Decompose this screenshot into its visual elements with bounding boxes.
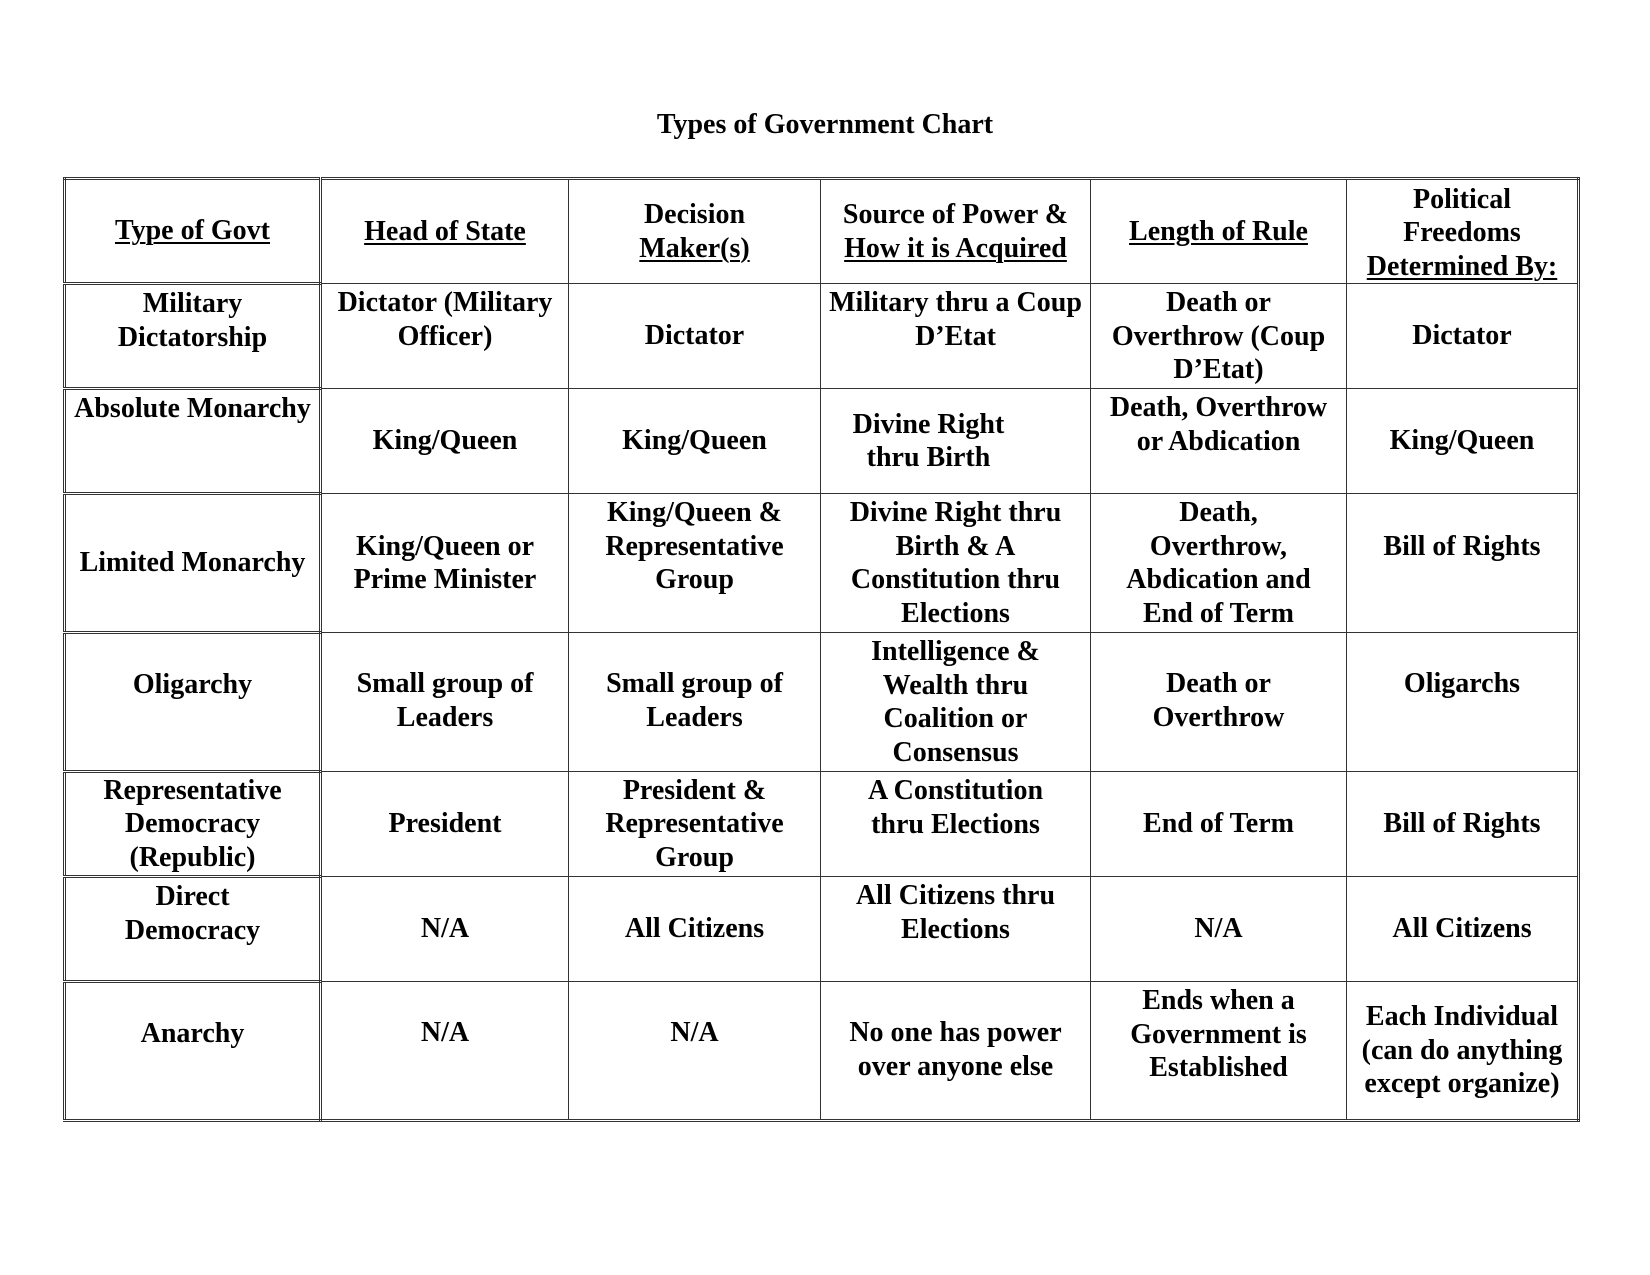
cell-length-of-rule: Death or Overthrow (Coup D’Etat) [1090, 283, 1347, 389]
cell-political-freedoms: Dictator [1346, 283, 1579, 389]
table-row: Direct Democracy N/A All Citizens All Ci… [64, 876, 1579, 983]
cell-length-of-rule: Ends when a Government is Established [1090, 981, 1347, 1121]
cell-head-of-state: King/Queen or Prime Minister [320, 493, 569, 633]
cell-head-of-state: King/Queen [320, 388, 569, 494]
cell-source-of-power: Military thru a Coup D’Etat [820, 283, 1091, 389]
header-decision-makers-line2: Maker(s) [639, 232, 750, 264]
document-title: Types of Government Chart [656, 109, 994, 140]
cell-type: Military Dictatorship [64, 283, 322, 390]
table-row: Oligarchy Small group of Leaders Small g… [64, 632, 1579, 773]
cell-type: Representative Democracy (Republic) [64, 771, 322, 878]
cell-decision-makers: King/Queen & Representative Group [568, 493, 821, 633]
cell-head-of-state: Dictator (Military Officer) [320, 283, 569, 389]
cell-head-of-state: Small group of Leaders [320, 632, 569, 772]
cell-political-freedoms: Oligarchs [1346, 632, 1579, 772]
cell-type: Direct Democracy [64, 876, 322, 983]
cell-type: Oligarchy [64, 632, 322, 773]
cell-source-of-power: Divine Right thru Birth & A Constitution… [820, 493, 1091, 633]
cell-head-of-state: N/A [320, 876, 569, 982]
cell-decision-makers: President & Representative Group [568, 771, 821, 877]
cell-length-of-rule: Death or Overthrow [1090, 632, 1347, 772]
header-source-of-power: Source of Power & How it is Acquired [820, 178, 1091, 284]
cell-political-freedoms: Each Individual (can do anything except … [1346, 981, 1579, 1121]
cell-head-of-state: President [320, 771, 569, 877]
cell-source-of-power: Divine Right thru Birth [820, 388, 1091, 494]
cell-length-of-rule: End of Term [1090, 771, 1347, 877]
cell-political-freedoms: Bill of Rights [1346, 493, 1579, 633]
cell-source-of-power: All Citizens thru Elections [820, 876, 1091, 982]
table-row: Representative Democracy (Republic) Pres… [64, 771, 1579, 878]
cell-source-of-power: A Constitution thru Elections [820, 771, 1091, 877]
cell-decision-makers: N/A [568, 981, 821, 1121]
table-row: Military Dictatorship Dictator (Military… [64, 283, 1579, 390]
cell-length-of-rule: N/A [1090, 876, 1347, 982]
cell-source-of-power: Intelligence & Wealth thru Coalition or … [820, 632, 1091, 772]
header-length-of-rule-label: Length of Rule [1129, 215, 1308, 247]
cell-head-of-state: N/A [320, 981, 569, 1121]
header-decision-makers: Decision Maker(s) [568, 178, 821, 284]
cell-decision-makers: King/Queen [568, 388, 821, 494]
cell-type: Absolute Monarchy [64, 388, 322, 495]
cell-decision-makers: All Citizens [568, 876, 821, 982]
header-political-freedoms: Political Freedoms Determined By: [1346, 178, 1579, 284]
header-head-of-state-label: Head of State [364, 215, 526, 247]
table-row: Limited Monarchy King/Queen or Prime Min… [64, 493, 1579, 634]
header-length-of-rule: Length of Rule [1090, 178, 1347, 284]
cell-decision-makers: Small group of Leaders [568, 632, 821, 772]
table-row: Anarchy N/A N/A No one has power over an… [64, 981, 1579, 1122]
header-type-of-govt-label: Type of Govt [114, 215, 271, 247]
header-source-of-power-line2: How it is Acquired [844, 232, 1067, 264]
cell-decision-makers: Dictator [568, 283, 821, 389]
government-types-table: Type of Govt Head of State Decision Make… [63, 177, 1580, 1122]
header-type-of-govt: Type of Govt [64, 178, 322, 285]
header-source-of-power-line1: Source of Power & [842, 199, 1069, 230]
header-political-freedoms-line1: Political Freedoms [1403, 183, 1521, 249]
cell-political-freedoms: All Citizens [1346, 876, 1579, 982]
header-head-of-state: Head of State [320, 178, 569, 284]
cell-source-of-power: No one has power over anyone else [820, 981, 1091, 1121]
cell-length-of-rule: Death, Overthrow, Abdication and End of … [1090, 493, 1347, 633]
table-row: Absolute Monarchy King/Queen King/Queen … [64, 388, 1579, 495]
cell-type: Anarchy [64, 981, 322, 1122]
cell-length-of-rule: Death, Overthrow or Abdication [1090, 388, 1347, 494]
header-decision-makers-line1: Decision [643, 199, 746, 230]
cell-political-freedoms: King/Queen [1346, 388, 1579, 494]
header-political-freedoms-line2: Determined By: [1366, 250, 1558, 282]
cell-type: Limited Monarchy [64, 493, 322, 634]
cell-political-freedoms: Bill of Rights [1346, 771, 1579, 877]
header-row: Type of Govt Head of State Decision Make… [64, 178, 1579, 285]
